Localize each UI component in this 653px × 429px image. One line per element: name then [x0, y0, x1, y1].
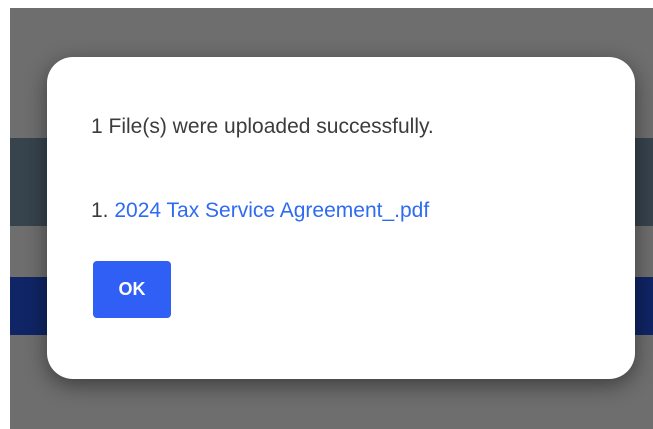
- ok-button[interactable]: OK: [93, 261, 171, 318]
- upload-message: 1 File(s) were uploaded successfully.: [91, 115, 434, 138]
- uploaded-file-item: 1. 2024 Tax Service Agreement_.pdf: [91, 199, 429, 223]
- upload-success-dialog: 1 File(s) were uploaded successfully. 1.…: [47, 57, 635, 379]
- uploaded-file-link[interactable]: 2024 Tax Service Agreement_.pdf: [114, 199, 429, 222]
- file-index: 1.: [91, 199, 109, 222]
